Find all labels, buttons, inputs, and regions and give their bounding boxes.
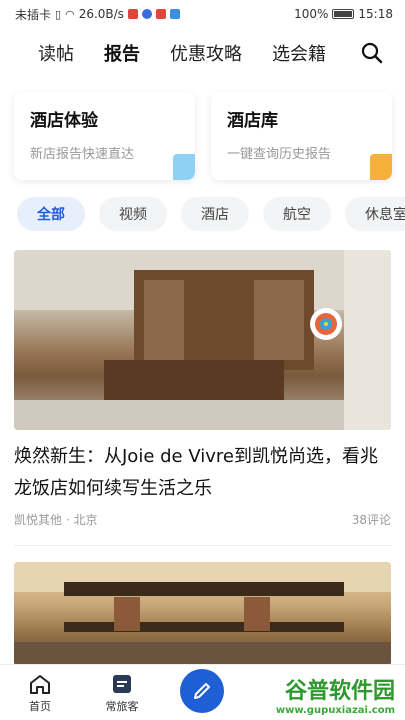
nav-home-label: 首页 [29,700,51,713]
building-icon [370,154,392,180]
compose-button[interactable] [180,669,224,713]
article-author: 凯悦其他 [14,513,63,527]
home-icon [30,675,50,694]
article-image[interactable] [14,562,391,666]
status-bar: 未插卡 ▯ ◠ 26.0B/s 100% 15:18 [0,0,405,28]
clock: 15:18 [358,7,393,21]
filter-lounge[interactable]: 休息室 [345,197,405,231]
notification-icon [155,9,166,19]
filter-chips: 全部 视频 酒店 航空 休息室 [17,197,405,231]
sim-icon: ▯ [55,7,62,21]
hotel-library-card[interactable]: 酒店库 一键查询历史报告 [211,92,392,180]
tab-read-posts[interactable]: 读帖 [38,40,74,66]
pencil-icon [194,683,210,699]
traveler-card-icon [113,675,131,693]
nav-tabs: 读帖 报告 优惠攻略 选会籍 [0,40,340,66]
battery-icon [332,9,355,19]
feature-cards: 酒店体验 新店报告快速直达 酒店库 一键查询历史报告 [14,92,392,180]
article-image[interactable] [14,250,391,430]
card-title: 酒店库 [227,111,278,131]
hotel-lobby-image [14,250,391,430]
nav-traveler-label: 常旅客 [105,700,139,713]
notification-icon [141,9,152,19]
watermark-url: www.gupuxiazai.com [275,705,395,716]
comment-count[interactable]: 38评论 [352,511,391,528]
network-speed: 26.0B/s [78,7,124,21]
watermark-brand: 谷普软件园 [284,679,395,704]
tab-deals[interactable]: 优惠攻略 [170,40,242,66]
notification-icon [169,9,180,19]
document-icon [173,154,195,180]
carrier-text: 未插卡 [15,7,52,22]
divider [14,545,391,546]
filter-airline[interactable]: 航空 [263,197,331,231]
filter-all[interactable]: 全部 [17,197,85,231]
bottom-nav: 首页 常旅客 谷普软件园 www.gupuxiazai.com [0,664,405,720]
nav-home[interactable]: 首页 [10,673,70,714]
search-icon[interactable] [361,42,383,64]
article-meta: 凯悦其他 · 北京 38评论 [14,511,391,528]
card-subtitle: 新店报告快速直达 [30,147,135,162]
hotel-experience-card[interactable]: 酒店体验 新店报告快速直达 [14,92,195,180]
card-subtitle: 一键查询历史报告 [227,147,332,162]
watermark: 谷普软件园 www.gupuxiazai.com [276,673,395,716]
hotel-atrium-image [14,562,391,666]
tab-reports[interactable]: 报告 [104,40,140,66]
article-title[interactable]: 焕然新生：从Joie de Vivre到凯悦尚选，看兆龙饭店如何续写生活之乐 [14,441,391,505]
top-nav: 读帖 报告 优惠攻略 选会籍 [0,30,405,76]
nav-frequent-traveler[interactable]: 常旅客 [92,673,152,714]
notification-icon [127,9,138,19]
filter-video[interactable]: 视频 [99,197,167,231]
battery-percent: 100% [294,7,329,21]
article-source: 凯悦其他 · 北京 [14,513,98,527]
tab-membership[interactable]: 选会籍 [272,40,326,66]
wifi-icon: ◠ [65,7,75,21]
article-location: 北京 [73,513,98,527]
filter-hotel[interactable]: 酒店 [181,197,249,231]
card-title: 酒店体验 [30,111,98,131]
